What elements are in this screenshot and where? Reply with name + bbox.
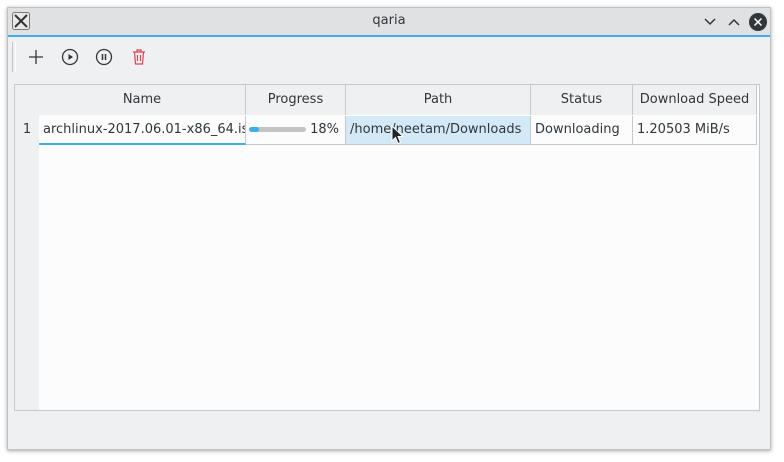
toolbar bbox=[8, 37, 770, 77]
downloads-table: Name Progress Path Status Download Speed… bbox=[14, 84, 760, 411]
column-header-name[interactable]: Name bbox=[39, 85, 246, 115]
progress-text: 18% bbox=[310, 122, 339, 137]
trash-icon[interactable] bbox=[129, 47, 149, 67]
plus-icon[interactable] bbox=[26, 47, 46, 67]
title-bar[interactable]: qaria bbox=[8, 8, 770, 37]
app-window: qaria Name Progress Path Status Download… bbox=[7, 7, 771, 450]
mouse-cursor-icon bbox=[391, 125, 405, 145]
play-circle-icon[interactable] bbox=[60, 47, 80, 67]
progress-cell[interactable]: 18% bbox=[246, 116, 346, 145]
name-cell[interactable]: archlinux-2017.06.01-x86_64.iso bbox=[39, 116, 246, 145]
status-cell[interactable]: Downloading bbox=[531, 116, 633, 145]
toolbar-handle[interactable] bbox=[12, 42, 16, 72]
column-header-progress[interactable]: Progress bbox=[246, 85, 346, 115]
maximize-icon[interactable] bbox=[724, 12, 744, 32]
column-header-path[interactable]: Path bbox=[346, 85, 531, 115]
window-title: qaria bbox=[372, 13, 406, 28]
close-icon[interactable] bbox=[748, 12, 768, 32]
column-header-status[interactable]: Status bbox=[531, 85, 633, 115]
progress-fill bbox=[249, 127, 260, 132]
minimize-icon[interactable] bbox=[700, 12, 720, 32]
column-header-download-speed[interactable]: Download Speed bbox=[633, 85, 757, 115]
speed-cell[interactable]: 1.20503 MiB/s bbox=[633, 116, 757, 145]
progress-bar bbox=[249, 127, 306, 132]
pause-circle-icon[interactable] bbox=[94, 47, 114, 67]
path-cell[interactable]: /home/neetam/Downloads bbox=[346, 116, 531, 145]
row-number[interactable]: 1 bbox=[15, 116, 39, 144]
